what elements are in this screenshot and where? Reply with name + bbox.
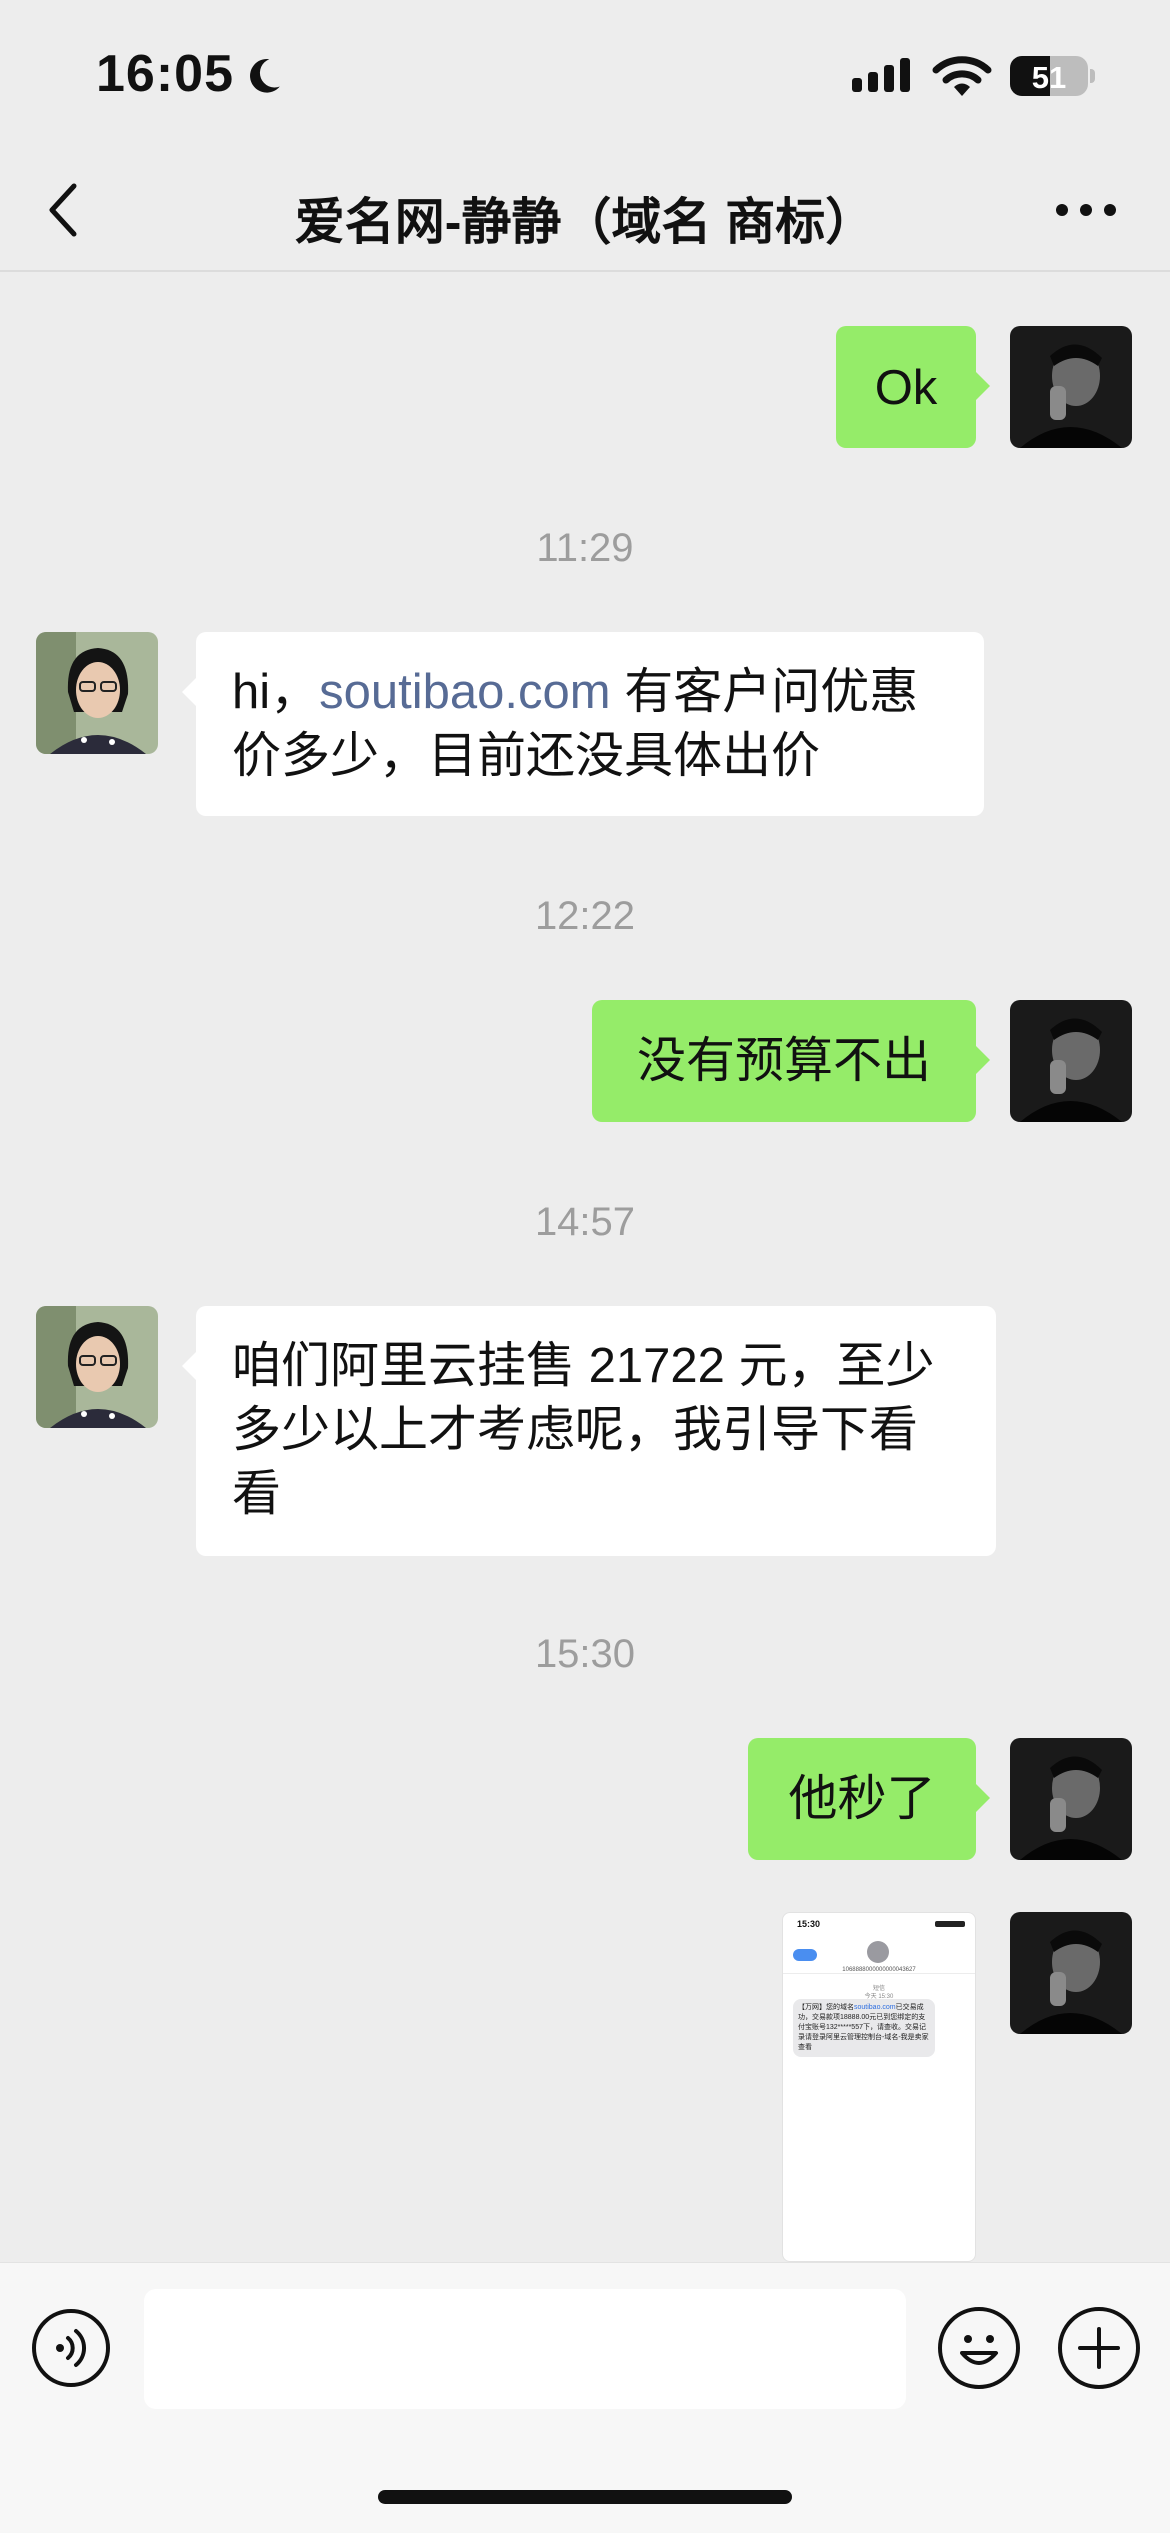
battery-level: 51 <box>1031 60 1067 95</box>
thumb-divider <box>783 1973 975 1974</box>
message-bubble-received[interactable]: hi，soutibao.com 有客户问优惠价多少，目前还没具体出价 <box>182 632 984 816</box>
contact-avatar[interactable] <box>36 632 158 754</box>
my-avatar[interactable] <box>1010 1000 1132 1122</box>
domain-link[interactable]: soutibao.com <box>319 665 610 719</box>
message-timestamp: 14:57 <box>534 1200 636 1244</box>
message-timestamp: 11:29 <box>536 526 634 570</box>
battery-icon: 51 <box>1010 56 1088 96</box>
home-indicator[interactable] <box>378 2490 792 2504</box>
status-time: 16:05 <box>96 45 234 103</box>
my-avatar[interactable] <box>1010 1912 1132 2034</box>
moon-icon <box>250 59 280 93</box>
thumb-sms-body: 已交易成功，交易款项18888.00元已到您绑定的支付宝账号132*****55… <box>798 2004 929 2051</box>
message-bubble-sent[interactable]: 没有预算不出 <box>592 1000 990 1122</box>
message-input[interactable] <box>144 2289 906 2409</box>
message-bubble-sent[interactable]: Ok <box>836 326 990 448</box>
my-avatar[interactable] <box>1010 326 1132 448</box>
message-text: 咱们阿里云挂售 21722 元，至少多少以上才考虑呢，我引导下看看 <box>232 1339 935 1521</box>
back-icon[interactable] <box>44 180 84 240</box>
thumb-status-icons <box>935 1921 965 1927</box>
plus-icon[interactable] <box>1058 2307 1140 2389</box>
image-message[interactable]: 15:30 1068888000000000043627 短信 今天 15:30… <box>782 1912 976 2262</box>
voice-icon[interactable] <box>32 2309 110 2387</box>
more-options-icon[interactable] <box>1056 204 1116 216</box>
wifi-icon <box>932 56 992 96</box>
message-timestamp: 12:22 <box>534 894 636 938</box>
chat-title: 爱名网-静静（域名 商标） <box>294 194 876 250</box>
message-text: 他秒了 <box>788 1772 936 1826</box>
emoji-icon[interactable] <box>938 2307 1020 2389</box>
thumb-sms-prefix: 【万网】您的域名 <box>798 2004 854 2011</box>
message-bubble-sent[interactable]: 他秒了 <box>748 1738 990 1860</box>
thumb-sms-bubble: 【万网】您的域名soutibao.com已交易成功，交易款项18888.00元已… <box>793 1999 935 2057</box>
thumb-contact-icon <box>867 1941 889 1963</box>
my-avatar[interactable] <box>1010 1738 1132 1860</box>
thumb-status-time: 15:30 <box>797 1919 821 1929</box>
nav-bar: 爱名网-静静（域名 商标） <box>0 150 1170 272</box>
message-timestamp: 15:30 <box>534 1632 636 1676</box>
message-text-prefix: hi， <box>232 665 320 719</box>
battery-cap <box>1090 69 1095 83</box>
thumb-sms-type: 短信 <box>872 1986 885 1992</box>
contact-avatar[interactable] <box>36 1306 158 1428</box>
message-text: 没有预算不出 <box>636 1034 931 1088</box>
cellular-signal-icon <box>852 58 910 92</box>
message-text: Ok <box>874 361 938 415</box>
message-bubble-received[interactable]: 咱们阿里云挂售 21722 元，至少多少以上才考虑呢，我引导下看看 <box>182 1306 996 1556</box>
thumb-back-icon <box>793 1949 817 1961</box>
status-bar: 16:05 51 <box>0 0 1170 150</box>
thumb-sms-link: soutibao.com <box>854 2004 896 2011</box>
